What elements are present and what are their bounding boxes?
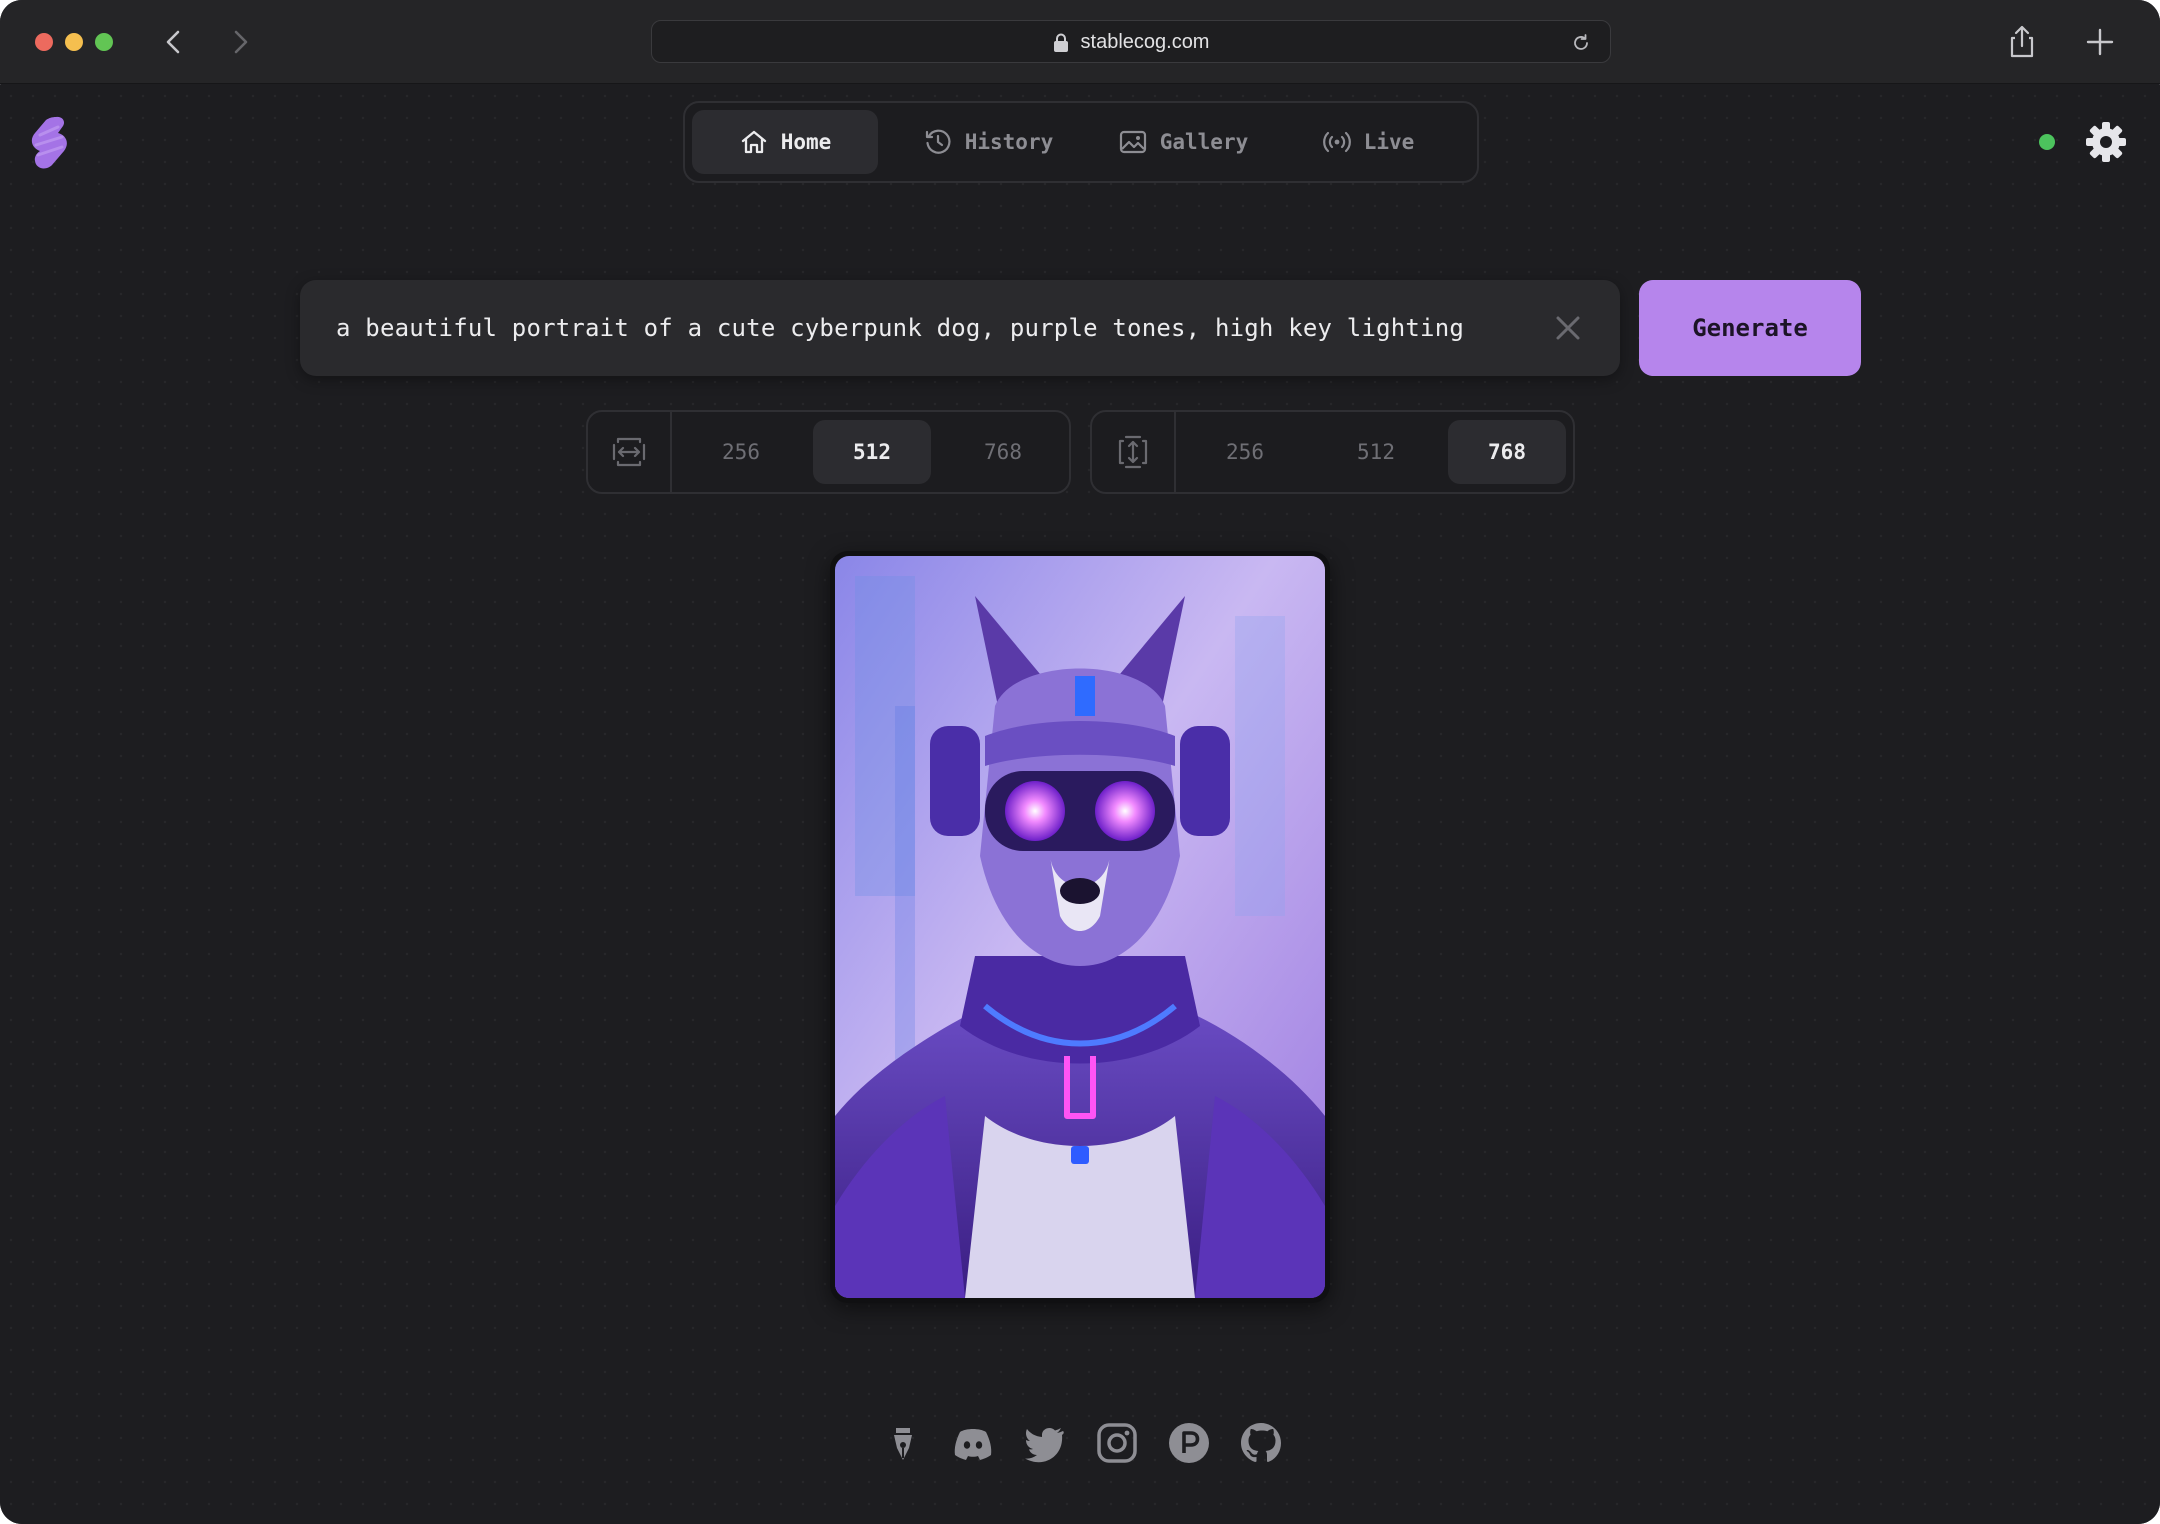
chevron-left-icon <box>166 30 180 54</box>
tab-history[interactable]: History <box>895 110 1081 174</box>
home-icon <box>741 130 766 154</box>
share-icon <box>2010 25 2034 58</box>
tab-gallery-label: Gallery <box>1159 130 1249 154</box>
prompt-text[interactable]: a beautiful portrait of a cute cyberpunk… <box>336 280 1464 376</box>
gallery-icon <box>1119 130 1146 154</box>
plus-icon <box>2086 28 2114 56</box>
twitter-icon <box>1025 1428 1064 1463</box>
back-button[interactable] <box>156 24 192 60</box>
width-option-256[interactable]: 256 <box>682 420 800 484</box>
width-option-768[interactable]: 768 <box>944 420 1062 484</box>
page-content: Home History Gallery Live a beautiful po… <box>0 85 2160 1524</box>
github-icon <box>1241 1423 1281 1462</box>
lock-icon <box>1053 33 1068 52</box>
tab-live[interactable]: Live <box>1275 110 1461 174</box>
status-dot <box>2039 134 2055 150</box>
producthunt-link[interactable] <box>1166 1420 1212 1466</box>
tab-live-label: Live <box>1363 130 1415 154</box>
minimize-window-button[interactable] <box>65 33 83 51</box>
footer-social-links <box>880 1420 1281 1470</box>
generate-button[interactable]: Generate <box>1639 280 1861 376</box>
browser-toolbar: stablecog.com <box>0 0 2160 84</box>
share-button[interactable] <box>2002 22 2042 62</box>
close-window-button[interactable] <box>35 33 53 51</box>
gear-icon[interactable] <box>2084 120 2128 164</box>
forward-button[interactable] <box>222 24 258 60</box>
instagram-icon <box>1097 1423 1137 1463</box>
generated-image-card[interactable] <box>830 551 1330 1303</box>
instagram-link[interactable] <box>1094 1420 1140 1466</box>
tab-home-label: Home <box>780 130 832 154</box>
prompt-input[interactable]: a beautiful portrait of a cute cyberpunk… <box>300 280 1620 376</box>
height-option-512[interactable]: 512 <box>1317 420 1435 484</box>
width-selector: 256 512 768 <box>586 410 1071 494</box>
height-icon-cell <box>1092 412 1176 492</box>
url-text: stablecog.com <box>1080 31 1210 53</box>
tab-home[interactable]: Home <box>692 110 878 174</box>
height-icon <box>1118 435 1148 469</box>
generated-image[interactable] <box>835 556 1325 1298</box>
address-bar[interactable]: stablecog.com <box>651 20 1611 63</box>
height-selector: 256 512 768 <box>1090 410 1575 494</box>
width-icon-cell <box>588 412 672 492</box>
zoom-window-button[interactable] <box>95 33 113 51</box>
producthunt-icon <box>1169 1423 1209 1463</box>
discord-link[interactable] <box>950 1420 996 1466</box>
height-option-768[interactable]: 768 <box>1448 420 1566 484</box>
stablecog-logo-icon[interactable] <box>28 113 70 171</box>
main-nav: Home History Gallery Live <box>683 101 1479 183</box>
close-icon[interactable] <box>1552 312 1584 344</box>
tab-history-label: History <box>964 130 1054 154</box>
reload-icon[interactable] <box>1570 32 1592 54</box>
new-tab-button[interactable] <box>2080 22 2120 62</box>
github-link[interactable] <box>1238 1420 1284 1466</box>
chevron-right-icon <box>234 30 248 54</box>
height-option-256[interactable]: 256 <box>1186 420 1304 484</box>
twitter-link[interactable] <box>1022 1420 1068 1466</box>
live-icon <box>1322 131 1351 153</box>
width-option-512[interactable]: 512 <box>813 420 931 484</box>
history-icon <box>925 129 951 154</box>
width-icon <box>612 437 646 467</box>
blog-link[interactable] <box>880 1420 926 1466</box>
browser-window: stablecog.com Home History Gallery Live … <box>0 0 2160 1524</box>
discord-icon <box>954 1429 992 1460</box>
pen-nib-icon <box>894 1428 912 1460</box>
tab-gallery[interactable]: Gallery <box>1090 110 1276 174</box>
